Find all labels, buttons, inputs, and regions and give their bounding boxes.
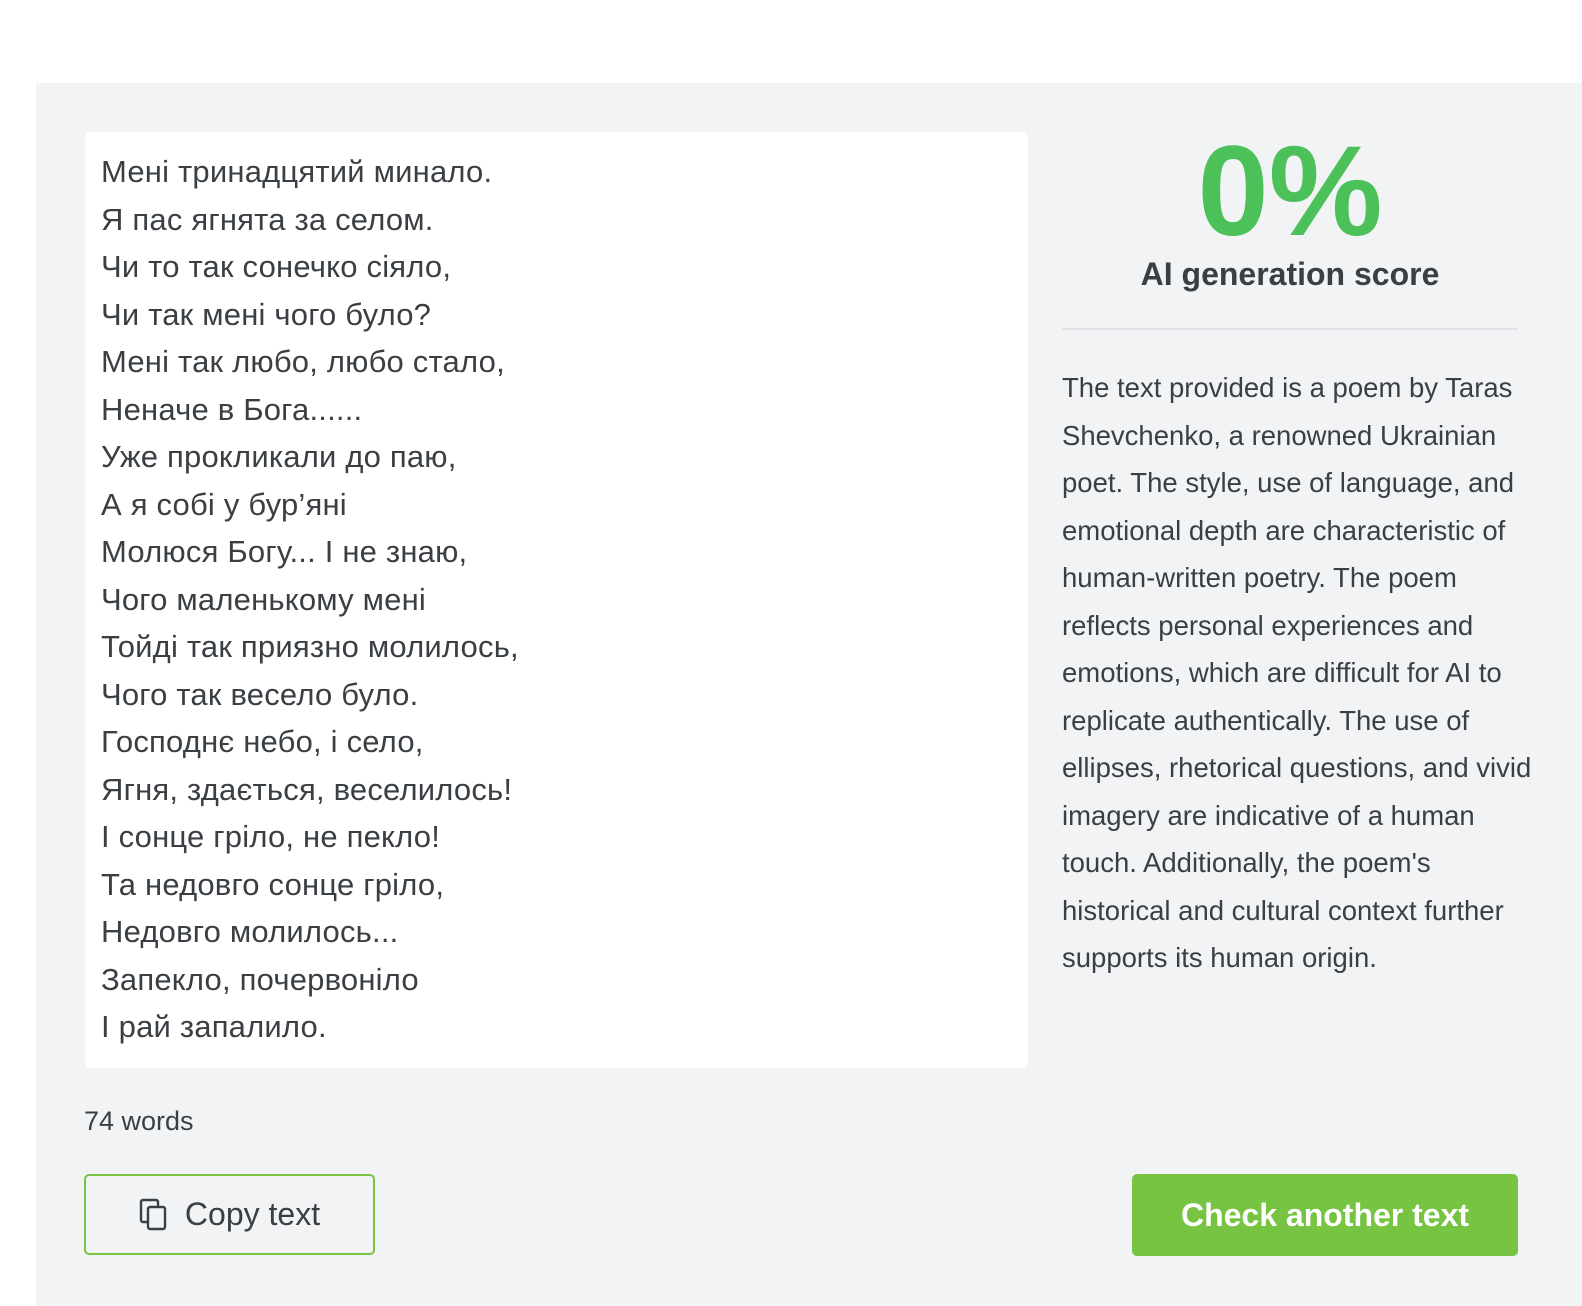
- analyzed-text-box: Мені тринадцятий минало. Я пас ягнята за…: [85, 132, 1028, 1068]
- ai-score-label: AI generation score: [1140, 256, 1440, 292]
- copy-text-label: Copy text: [184, 1196, 321, 1232]
- poem-line: Чого маленькому мені: [101, 581, 427, 617]
- poem-line: Ягня, здається, веселилось!: [101, 771, 513, 807]
- poem-line: Чи так мені чого було?: [101, 296, 432, 332]
- poem-line: Чого так весело було.: [101, 676, 419, 712]
- poem-line: Я пас ягнята за селом.: [101, 201, 434, 237]
- poem-line: Уже прокликали до паю,: [101, 439, 457, 474]
- poem-line: І сонце гріло, не пекло!: [101, 819, 441, 854]
- poem-line: А я собі у бур’яні: [101, 486, 347, 522]
- poem-line: Чи то так сонечко сіяло,: [101, 249, 452, 284]
- score-explanation: The text provided is a poem by Taras She…: [1062, 372, 1532, 973]
- poem-line: Тойді так приязно молилось,: [101, 629, 519, 664]
- word-count: 74 words: [84, 1106, 194, 1136]
- poem-line: Молюся Богу... І не знаю,: [101, 534, 468, 569]
- poem-line: Мені так любо, любо стало,: [101, 344, 505, 379]
- poem-line: Запекло, почервоніло: [101, 961, 419, 997]
- copy-text-button[interactable]: Copy text: [84, 1174, 375, 1255]
- copy-icon: [139, 1198, 169, 1232]
- poem-line: Мені тринадцятий минало.: [101, 154, 493, 189]
- poem-line: Недовго молилось...: [101, 914, 399, 949]
- poem-lines: Мені тринадцятий минало. Я пас ягнята за…: [101, 148, 519, 1051]
- poem-line: І рай запалило.: [101, 1009, 327, 1044]
- poem-line: Неначе в Бога......: [101, 391, 363, 427]
- poem-line: Та недовго сонце гріло,: [101, 866, 445, 902]
- poem-line: Господнє небо, і село,: [101, 724, 424, 759]
- check-another-text-button[interactable]: Check another text: [1132, 1174, 1518, 1256]
- divider: [1062, 328, 1518, 330]
- ai-score-value: 0%: [1197, 120, 1383, 263]
